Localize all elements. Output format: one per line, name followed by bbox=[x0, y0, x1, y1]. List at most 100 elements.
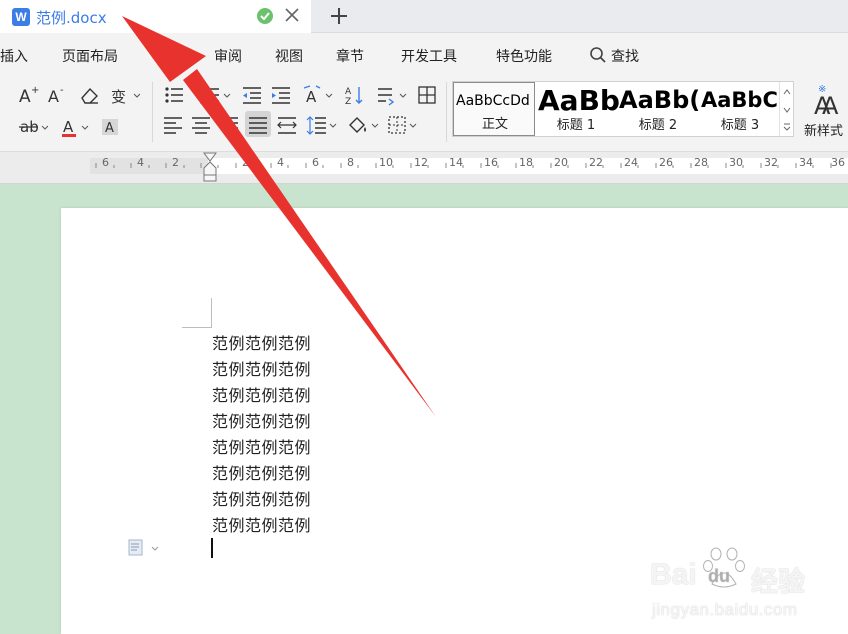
styles-gallery: AaBbCcDd 正文 AaBb 标题 1 AaBb( 标题 2 AaBbC( … bbox=[452, 81, 794, 137]
document-tab-title[interactable]: 范例.docx bbox=[36, 7, 107, 28]
svg-text:+: + bbox=[31, 85, 39, 96]
increase-font-icon[interactable]: A + bbox=[18, 84, 40, 107]
toolbar-separator bbox=[446, 82, 447, 142]
ruler-number: 4 bbox=[277, 156, 284, 169]
style-label: 正文 bbox=[481, 117, 508, 132]
line-spacing-icon[interactable] bbox=[376, 84, 407, 106]
style-sample-text: AaBbC( bbox=[701, 88, 779, 112]
styles-gallery-scroll[interactable] bbox=[779, 82, 793, 136]
justify-icon[interactable] bbox=[247, 114, 269, 136]
table-border-icon[interactable] bbox=[416, 84, 438, 106]
eraser-icon[interactable] bbox=[78, 84, 100, 106]
svg-text:※: ※ bbox=[818, 84, 826, 95]
menu-chapter[interactable]: 章节 bbox=[336, 46, 364, 66]
ruler-number: 4 bbox=[137, 156, 144, 169]
menu-view[interactable]: 视图 bbox=[275, 46, 303, 66]
style-sample-text: AaBb( bbox=[619, 86, 701, 114]
new-style-button[interactable]: A A ※ 新样式 bbox=[804, 84, 848, 144]
distributed-align-icon[interactable] bbox=[276, 114, 298, 136]
text-caret bbox=[211, 538, 213, 558]
shading-fill-icon[interactable] bbox=[346, 114, 379, 136]
style-label: 标题 1 bbox=[556, 118, 596, 133]
menu-bar: 插入 页面布局 引用 审阅 视图 章节 开发工具 特色功能 查找 bbox=[0, 33, 848, 76]
new-style-icon: AA※ bbox=[814, 84, 839, 120]
saved-check-icon bbox=[257, 8, 273, 24]
ruler-number: 36 bbox=[831, 156, 845, 169]
ruler-number: 32 bbox=[764, 156, 778, 169]
menu-find[interactable]: 查找 bbox=[611, 46, 639, 66]
ruler-number: 6 bbox=[312, 156, 319, 169]
decrease-indent-icon[interactable] bbox=[241, 84, 263, 106]
ruler-number: 8 bbox=[347, 156, 354, 169]
ruler-number: 6 bbox=[102, 156, 109, 169]
align-center-icon[interactable] bbox=[190, 114, 212, 136]
new-tab-icon[interactable] bbox=[328, 5, 350, 27]
menu-insert[interactable]: 插入 bbox=[0, 46, 28, 66]
document-text-line[interactable]: 范例范例范例 bbox=[212, 356, 311, 380]
close-tab-icon[interactable] bbox=[283, 6, 301, 24]
ruler-number: 22 bbox=[589, 156, 603, 169]
ribbon-toolbar: A + A- 变 ab A A 123 A AZ AaBbCcDd 正文 AaB… bbox=[0, 76, 848, 152]
menu-references[interactable]: 引用 bbox=[154, 46, 182, 66]
watermark-url: jingyan.baidu.com bbox=[652, 600, 798, 619]
align-right-icon[interactable] bbox=[218, 114, 240, 136]
watermark-brand-du: du bbox=[708, 566, 730, 586]
ruler-number: 2 bbox=[242, 156, 249, 169]
paragraph-spacing-icon[interactable] bbox=[306, 114, 337, 136]
style-label: 标题 2 bbox=[638, 118, 678, 133]
numbered-list-icon[interactable]: 123 bbox=[200, 84, 231, 106]
horizontal-ruler[interactable]: 6 4 2 2 4 6 8 10 12 14 16 18 20 22 24 26… bbox=[0, 152, 848, 184]
text-direction-icon[interactable]: A bbox=[302, 84, 333, 106]
new-style-label: 新样式 bbox=[804, 124, 844, 139]
ruler-number: 30 bbox=[729, 156, 743, 169]
ruler-number: 14 bbox=[449, 156, 463, 169]
ruler-number: 2 bbox=[172, 156, 179, 169]
style-heading-1[interactable]: AaBb 标题 1 bbox=[535, 82, 620, 136]
phonetic-guide-icon[interactable]: 变 bbox=[110, 84, 141, 106]
decrease-font-icon[interactable]: A- bbox=[47, 84, 69, 106]
svg-text:-: - bbox=[60, 85, 64, 96]
increase-indent-icon[interactable] bbox=[270, 84, 292, 106]
document-text-line[interactable]: 范例范例范例 bbox=[212, 486, 311, 510]
style-heading-2[interactable]: AaBb( 标题 2 bbox=[617, 82, 701, 136]
search-icon[interactable] bbox=[589, 46, 607, 64]
style-label: 标题 3 bbox=[720, 118, 760, 133]
style-heading-3[interactable]: AaBbC( 标题 3 bbox=[699, 82, 779, 136]
ruler-number: 12 bbox=[414, 156, 428, 169]
svg-text:A: A bbox=[306, 88, 317, 106]
style-sample-text: AaBbCcDd bbox=[456, 93, 530, 109]
svg-text:A: A bbox=[105, 121, 114, 136]
svg-text:A: A bbox=[345, 87, 352, 97]
character-shading-icon[interactable]: A bbox=[100, 116, 122, 138]
menu-developer[interactable]: 开发工具 bbox=[401, 46, 457, 66]
ruler-number: 20 bbox=[554, 156, 568, 169]
document-text-line[interactable]: 范例范例范例 bbox=[212, 330, 311, 354]
ruler-number: 18 bbox=[519, 156, 533, 169]
svg-text:A: A bbox=[63, 118, 74, 136]
document-text-line[interactable]: 范例范例范例 bbox=[212, 460, 311, 484]
document-text-line[interactable]: 范例范例范例 bbox=[212, 434, 311, 458]
wps-writer-icon: W bbox=[12, 8, 30, 26]
font-color-icon[interactable]: A bbox=[60, 116, 89, 138]
margin-corner-mark bbox=[211, 298, 212, 328]
menu-page-layout[interactable]: 页面布局 bbox=[62, 46, 118, 66]
document-tab[interactable]: W 范例.docx bbox=[0, 0, 311, 33]
svg-text:3: 3 bbox=[200, 99, 204, 106]
toolbar-separator bbox=[152, 82, 153, 142]
menu-review[interactable]: 审阅 bbox=[214, 46, 242, 66]
document-text-line[interactable]: 范例范例范例 bbox=[212, 408, 311, 432]
tab-bar: W 范例.docx bbox=[0, 0, 848, 33]
document-text-line[interactable]: 范例范例范例 bbox=[212, 382, 311, 406]
watermark-suffix: 经验 bbox=[751, 567, 805, 597]
menu-special-features[interactable]: 特色功能 bbox=[496, 46, 552, 66]
style-normal[interactable]: AaBbCcDd 正文 bbox=[453, 82, 535, 136]
bullet-list-icon[interactable] bbox=[164, 84, 186, 106]
borders-icon[interactable] bbox=[386, 114, 417, 136]
sort-icon[interactable]: AZ bbox=[344, 84, 366, 107]
strikethrough-icon[interactable]: ab bbox=[18, 116, 49, 138]
document-text-line[interactable]: 范例范例范例 bbox=[212, 512, 311, 536]
ruler-number: 24 bbox=[624, 156, 638, 169]
align-left-icon[interactable] bbox=[162, 114, 184, 136]
ruler-number: 10 bbox=[379, 156, 393, 169]
paragraph-layout-icon[interactable] bbox=[128, 538, 160, 558]
